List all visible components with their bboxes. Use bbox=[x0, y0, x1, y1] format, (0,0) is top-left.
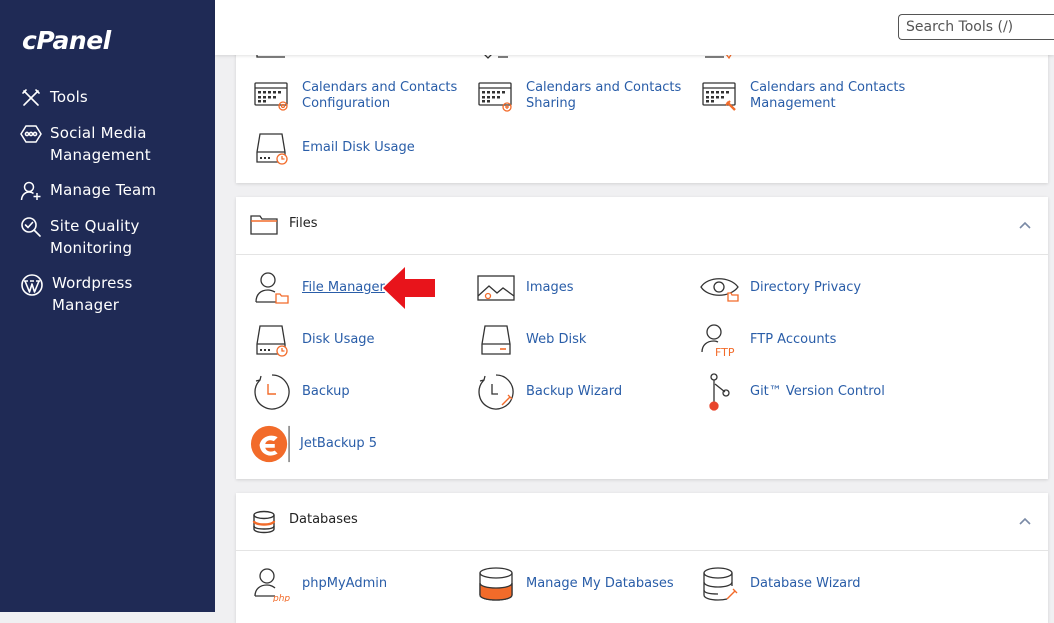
git-version-control-link[interactable]: Git™ Version Control bbox=[700, 372, 885, 412]
sidebar-item-label: Wordpress Manager bbox=[52, 274, 133, 314]
ftp-accounts-link[interactable]: FTP FTP Accounts bbox=[700, 320, 836, 360]
manage-my-databases-link[interactable]: Manage My Databases bbox=[476, 564, 674, 604]
calendar-management-icon bbox=[702, 82, 736, 111]
file-manager-link[interactable]: File Manager bbox=[252, 268, 385, 308]
files-section-header[interactable]: Files bbox=[236, 197, 1048, 255]
sidebar-item-label: Tools bbox=[50, 88, 88, 106]
item-label: Database Wizard bbox=[750, 576, 861, 591]
site-quality-icon bbox=[21, 217, 41, 237]
calendar-config-icon bbox=[254, 82, 288, 111]
jetbackup-icon bbox=[250, 425, 290, 463]
images-link[interactable]: Images bbox=[476, 268, 574, 308]
database-wizard-icon bbox=[703, 567, 738, 601]
backup-wizard-link[interactable]: Backup Wizard bbox=[476, 372, 622, 412]
sidebar: cPanel Tools Social Media Management Man… bbox=[0, 0, 215, 612]
item-label: FTP Accounts bbox=[750, 332, 837, 347]
item-label: Calendars and Contacts Configuration bbox=[302, 80, 458, 111]
social-media-icon bbox=[20, 125, 42, 143]
manage-team-icon bbox=[20, 181, 41, 201]
images-icon bbox=[477, 275, 515, 301]
item-label: JetBackup 5 bbox=[300, 436, 377, 451]
sidebar-item-social-media[interactable]: Social Media Management bbox=[20, 122, 210, 166]
disk-usage-link[interactable]: Disk Usage bbox=[252, 320, 375, 360]
web-disk-icon bbox=[481, 325, 511, 355]
databases-section-card: Databases php phpMyAdmin Manage My Datab… bbox=[236, 493, 1048, 623]
sidebar-item-label: Social Media Management bbox=[50, 124, 151, 164]
section-title: Databases bbox=[289, 512, 358, 527]
item-label: phpMyAdmin bbox=[302, 576, 388, 591]
sidebar-item-manage-team[interactable]: Manage Team bbox=[20, 179, 210, 202]
wordpress-icon bbox=[21, 274, 43, 296]
item-label: Email Disk Usage bbox=[302, 140, 415, 155]
svg-text:php: php bbox=[272, 594, 290, 602]
folder-icon bbox=[250, 215, 278, 235]
sidebar-item-label: Manage Team bbox=[50, 181, 157, 199]
sidebar-item-wordpress[interactable]: Wordpress Manager bbox=[20, 272, 210, 316]
databases-section-header[interactable]: Databases bbox=[236, 493, 1048, 551]
calendars-contacts-configuration-link[interactable]: Calendars and Contacts Configuration bbox=[252, 76, 457, 116]
calendars-contacts-sharing-link[interactable]: Calendars and Contacts Sharing bbox=[476, 76, 681, 116]
item-label: File Manager bbox=[302, 280, 385, 295]
disk-usage-icon bbox=[256, 325, 288, 357]
email-disk-usage-icon bbox=[256, 133, 288, 165]
top-bar bbox=[215, 0, 1054, 55]
section-title: Files bbox=[289, 216, 318, 231]
backup-wizard-icon bbox=[478, 374, 514, 410]
files-section-card: Files File Manager Images Directory Priv… bbox=[236, 197, 1048, 479]
pointer-arrow-icon bbox=[383, 267, 435, 309]
item-label: Calendars and Contacts Management bbox=[750, 80, 906, 111]
search-input[interactable] bbox=[898, 14, 1054, 40]
item-label: Backup Wizard bbox=[526, 384, 623, 399]
git-icon bbox=[709, 373, 730, 411]
calendar-sharing-icon bbox=[478, 82, 512, 112]
item-label: Calendars and Contacts Sharing bbox=[526, 80, 682, 111]
svg-text:FTP: FTP bbox=[715, 346, 735, 358]
database-wizard-link[interactable]: Database Wizard bbox=[700, 564, 861, 604]
manage-databases-icon bbox=[479, 567, 513, 601]
jetbackup-link[interactable]: JetBackup 5 bbox=[250, 424, 377, 464]
item-label: Images bbox=[526, 280, 574, 295]
cpanel-logo[interactable]: cPanel bbox=[22, 26, 111, 55]
item-label: Backup bbox=[302, 384, 350, 399]
web-disk-link[interactable]: Web Disk bbox=[476, 320, 586, 360]
item-label: Disk Usage bbox=[302, 332, 375, 347]
calendars-contacts-management-link[interactable]: Calendars and Contacts Management bbox=[700, 76, 905, 116]
directory-privacy-icon bbox=[700, 278, 739, 302]
database-icon bbox=[252, 510, 276, 534]
item-label: Manage My Databases bbox=[526, 576, 674, 591]
sidebar-item-site-quality[interactable]: Site Quality Monitoring bbox=[20, 215, 210, 259]
ftp-accounts-icon: FTP bbox=[701, 324, 735, 358]
item-label: Git™ Version Control bbox=[750, 384, 885, 399]
sidebar-item-tools[interactable]: Tools bbox=[20, 86, 210, 109]
tools-icon bbox=[22, 89, 40, 106]
backup-link[interactable]: Backup bbox=[252, 372, 350, 412]
backup-icon bbox=[254, 374, 290, 410]
phpmyadmin-icon: php bbox=[254, 568, 290, 602]
sidebar-item-label: Site Quality Monitoring bbox=[50, 217, 140, 257]
file-manager-icon bbox=[255, 272, 289, 304]
item-label: Directory Privacy bbox=[750, 280, 862, 295]
phpmyadmin-link[interactable]: php phpMyAdmin bbox=[252, 564, 387, 604]
chevron-up-icon[interactable] bbox=[1018, 218, 1032, 232]
item-label: Web Disk bbox=[526, 332, 587, 347]
email-disk-usage-link[interactable]: Email Disk Usage bbox=[252, 128, 415, 168]
chevron-up-icon[interactable] bbox=[1018, 514, 1032, 528]
directory-privacy-link[interactable]: Directory Privacy bbox=[700, 268, 861, 308]
